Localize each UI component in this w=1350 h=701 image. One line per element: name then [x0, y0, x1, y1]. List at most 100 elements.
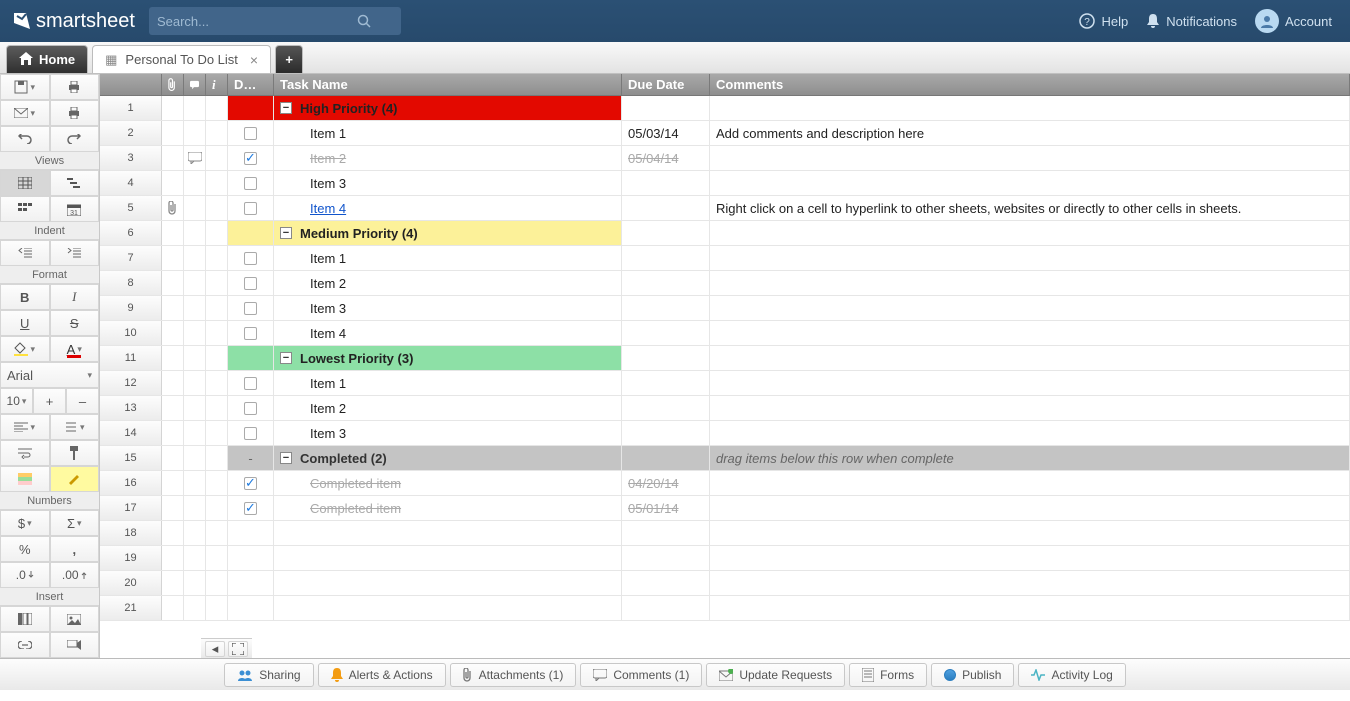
active-sheet-tab[interactable]: ▦ Personal To Do List ×: [92, 45, 271, 73]
col-comments[interactable]: Comments: [710, 74, 1350, 95]
align-v-button[interactable]: ▾: [50, 414, 100, 440]
info-cell[interactable]: [206, 521, 228, 545]
section-header-row[interactable]: 6−Medium Priority (4): [100, 221, 1350, 246]
info-cell[interactable]: [206, 321, 228, 345]
fill-color-button[interactable]: ▾: [0, 336, 50, 362]
row-number[interactable]: 15: [100, 446, 162, 470]
attach-cell[interactable]: [162, 171, 184, 195]
done-checkbox[interactable]: ✓: [244, 477, 257, 490]
done-checkbox[interactable]: [244, 252, 257, 265]
task-name[interactable]: Item 4: [310, 201, 346, 216]
discussion-cell[interactable]: [184, 346, 206, 370]
due-date[interactable]: 05/01/14: [628, 501, 679, 516]
done-checkbox[interactable]: [244, 202, 257, 215]
info-cell[interactable]: [206, 421, 228, 445]
insert-other-button[interactable]: [50, 632, 100, 658]
insert-image-button[interactable]: [50, 606, 100, 632]
fontsize-inc[interactable]: +: [33, 388, 66, 414]
row-number[interactable]: 18: [100, 521, 162, 545]
col-done[interactable]: D…: [228, 74, 274, 95]
attach-cell[interactable]: [162, 221, 184, 245]
task-row[interactable]: 10Item 4: [100, 321, 1350, 346]
info-cell[interactable]: [206, 471, 228, 495]
task-name[interactable]: Item 4: [310, 326, 346, 341]
collapse-icon[interactable]: −: [280, 452, 292, 464]
indent-button[interactable]: [50, 240, 100, 266]
sharing-button[interactable]: Sharing: [224, 663, 313, 687]
attach-cell[interactable]: [162, 321, 184, 345]
task-row[interactable]: 4Item 3: [100, 171, 1350, 196]
task-name[interactable]: Item 1: [310, 126, 346, 141]
done-checkbox[interactable]: [244, 427, 257, 440]
font-family-select[interactable]: Arial▾: [0, 362, 99, 388]
scroll-left-button[interactable]: ◂: [205, 641, 225, 657]
section-header-row[interactable]: 1−High Priority (4): [100, 96, 1350, 121]
decimal-inc-button[interactable]: .00: [50, 562, 100, 588]
account-link[interactable]: Account: [1255, 9, 1332, 33]
row-number[interactable]: 11: [100, 346, 162, 370]
row-number[interactable]: 19: [100, 546, 162, 570]
discussion-cell[interactable]: [184, 596, 206, 620]
task-row[interactable]: 8Item 2: [100, 271, 1350, 296]
alerts-button[interactable]: Alerts & Actions: [318, 663, 446, 687]
row-number[interactable]: 14: [100, 421, 162, 445]
section-header-row[interactable]: 11−Lowest Priority (3): [100, 346, 1350, 371]
task-row[interactable]: 13Item 2: [100, 396, 1350, 421]
discussion-cell[interactable]: [184, 146, 206, 170]
discussion-cell[interactable]: [184, 96, 206, 120]
highlight-button[interactable]: [50, 466, 100, 492]
task-name[interactable]: Completed item: [310, 476, 401, 491]
discussion-cell[interactable]: [184, 521, 206, 545]
attach-cell[interactable]: [162, 521, 184, 545]
empty-row[interactable]: 18: [100, 521, 1350, 546]
row-number[interactable]: 7: [100, 246, 162, 270]
task-name[interactable]: Item 3: [310, 426, 346, 441]
underline-button[interactable]: U: [0, 310, 50, 336]
row-number[interactable]: 8: [100, 271, 162, 295]
insert-link-button[interactable]: [0, 632, 50, 658]
col-discussion[interactable]: [184, 74, 206, 95]
task-row[interactable]: 9Item 3: [100, 296, 1350, 321]
info-cell[interactable]: [206, 596, 228, 620]
info-cell[interactable]: [206, 546, 228, 570]
done-checkbox[interactable]: [244, 377, 257, 390]
collapse-icon[interactable]: −: [280, 102, 292, 114]
attach-cell[interactable]: [162, 496, 184, 520]
done-checkbox[interactable]: [244, 327, 257, 340]
attach-cell[interactable]: [162, 446, 184, 470]
task-name[interactable]: Item 1: [310, 376, 346, 391]
attach-cell[interactable]: [162, 146, 184, 170]
discussion-cell[interactable]: [184, 571, 206, 595]
attach-cell[interactable]: [162, 371, 184, 395]
info-cell[interactable]: [206, 346, 228, 370]
empty-row[interactable]: 19: [100, 546, 1350, 571]
info-cell[interactable]: [206, 121, 228, 145]
attach-cell[interactable]: [162, 421, 184, 445]
discussion-cell[interactable]: [184, 421, 206, 445]
thousands-button[interactable]: ,: [50, 536, 100, 562]
update-requests-button[interactable]: Update Requests: [706, 663, 845, 687]
completed-header-row[interactable]: 15-−Completed (2)drag items below this r…: [100, 446, 1350, 471]
undo-button[interactable]: [0, 126, 50, 152]
insert-col-button[interactable]: [0, 606, 50, 632]
empty-row[interactable]: 20: [100, 571, 1350, 596]
info-cell[interactable]: [206, 171, 228, 195]
discussion-cell[interactable]: [184, 246, 206, 270]
task-name[interactable]: Item 1: [310, 251, 346, 266]
col-taskname[interactable]: Task Name: [274, 74, 622, 95]
mail-button[interactable]: ▾: [0, 100, 50, 126]
italic-button[interactable]: I: [50, 284, 100, 310]
attachments-button[interactable]: Attachments (1): [450, 663, 577, 687]
task-row[interactable]: 5Item 4Right click on a cell to hyperlin…: [100, 196, 1350, 221]
activity-log-button[interactable]: Activity Log: [1018, 663, 1125, 687]
task-name[interactable]: Item 2: [310, 151, 346, 166]
currency-button[interactable]: $▾: [0, 510, 50, 536]
format-painter-button[interactable]: [50, 440, 100, 466]
conditional-format-button[interactable]: [0, 466, 50, 492]
redo-button[interactable]: [50, 126, 100, 152]
done-checkbox[interactable]: [244, 127, 257, 140]
attach-cell[interactable]: [162, 571, 184, 595]
collapse-icon[interactable]: −: [280, 352, 292, 364]
task-name[interactable]: Item 2: [310, 401, 346, 416]
rowcol-corner[interactable]: [100, 74, 162, 95]
